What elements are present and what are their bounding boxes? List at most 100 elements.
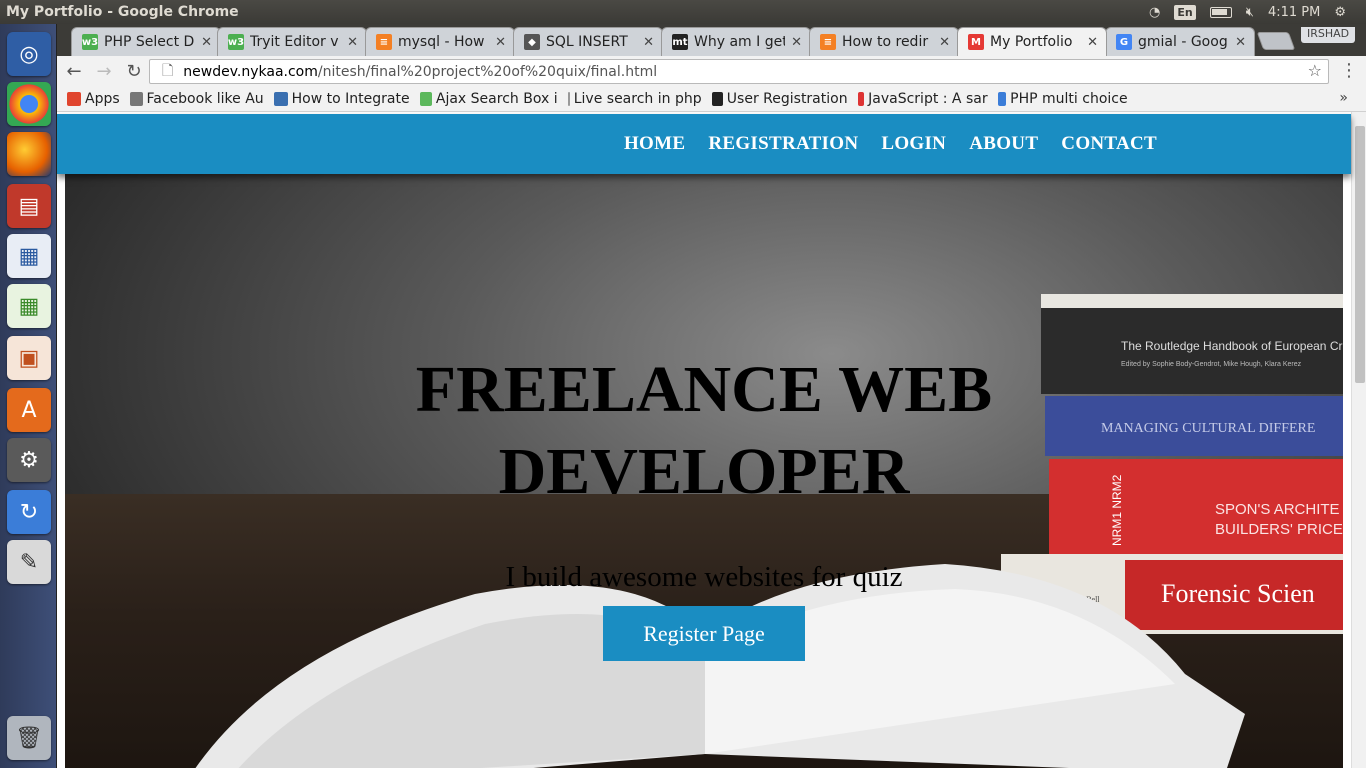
site-navbar: HOME REGISTRATION LOGIN ABOUT CONTACT — [57, 114, 1351, 174]
wifi-icon[interactable]: ◔ — [1149, 5, 1160, 20]
writer-icon[interactable]: ▦ — [7, 234, 51, 278]
tab-4[interactable]: ◆ SQL INSERT ✕ — [513, 27, 663, 56]
bookmark-label: How to Integrate — [291, 90, 410, 107]
tab-close-icon[interactable]: ✕ — [495, 35, 506, 50]
bookmark-star-icon[interactable]: ☆ — [1308, 61, 1322, 80]
tab-strip: w3 PHP Select D ✕ w3 Tryit Editor v ✕ ≡ mysql -… — [57, 24, 1366, 56]
book-1-pages — [1041, 294, 1343, 308]
tab-1[interactable]: w3 PHP Select D ✕ — [71, 27, 221, 56]
os-top-bar: My Portfolio - Google Chrome ◔ En 🔇︎ 4:1… — [0, 0, 1366, 24]
hexagon-icon — [419, 91, 432, 106]
bookmark-label: JavaScript : A sar — [868, 90, 988, 107]
reload-icon[interactable]: ↻ — [121, 61, 147, 82]
nav-link-contact[interactable]: CONTACT — [1061, 133, 1157, 155]
tab-close-icon[interactable]: ✕ — [1087, 35, 1098, 50]
nav-link-registration[interactable]: REGISTRATION — [708, 133, 858, 155]
browser-window: w3 PHP Select D ✕ w3 Tryit Editor v ✕ ≡ mysql -… — [57, 24, 1366, 768]
page-info-icon[interactable]: 🗋 — [162, 60, 173, 84]
software-center-icon[interactable]: A — [7, 388, 51, 432]
volume-muted-icon[interactable]: 🔇︎ — [1246, 5, 1254, 20]
tab-3[interactable]: ≡ mysql - How ✕ — [365, 27, 515, 56]
forward-arrow-icon[interactable]: → — [91, 61, 117, 82]
hero-section: The Routledge Handbook of European Cri E… — [65, 174, 1343, 768]
power-gear-icon[interactable]: ⚙ — [1334, 5, 1346, 20]
google-icon: G — [1116, 34, 1132, 50]
url-path: /nitesh/final%20project%20of%20quix/fina… — [317, 63, 658, 80]
file-manager-icon[interactable]: ▤ — [7, 184, 51, 228]
bookmark-label: Ajax Search Box i — [435, 90, 558, 107]
new-tab-button[interactable] — [1256, 32, 1296, 50]
bookmark-item[interactable]: Facebook like Au — [129, 90, 264, 107]
address-bar[interactable]: 🗋 newdev.nykaa.com/nitesh/final%20projec… — [149, 59, 1329, 84]
bookmark-item[interactable]: JavaScript : A sar — [857, 90, 988, 107]
site-nav-links: HOME REGISTRATION LOGIN ABOUT CONTACT — [624, 114, 1157, 174]
bookmarks-overflow-icon[interactable]: » — [1339, 90, 1348, 106]
scrollbar-thumb[interactable] — [1355, 126, 1365, 383]
chrome-icon[interactable] — [7, 82, 51, 126]
bookmark-label: Facebook like Au — [146, 90, 264, 107]
bookmark-item[interactable]: Ajax Search Box i — [419, 90, 558, 107]
tab-8[interactable]: Ggmial - Goog ✕ — [1105, 27, 1255, 56]
integrate-icon — [273, 91, 288, 106]
stackoverflow-icon: ≡ — [820, 34, 836, 50]
tab-label: mysql - How — [398, 34, 485, 50]
stackoverflow-icon: ≡ — [376, 34, 392, 50]
keyboard-layout-indicator[interactable]: En — [1174, 4, 1196, 20]
bookmark-item[interactable]: How to Integrate — [273, 90, 410, 107]
nav-link-login[interactable]: LOGIN — [881, 133, 946, 155]
tab-6[interactable]: ≡ How to redir ✕ — [809, 27, 959, 56]
mt-icon: mt — [672, 34, 688, 50]
tab-2[interactable]: w3 Tryit Editor v ✕ — [217, 27, 367, 56]
impress-icon[interactable]: ▣ — [7, 336, 51, 380]
web-page: HOME REGISTRATION LOGIN ABOUT CONTACT The Ro… — [57, 112, 1366, 768]
register-page-button[interactable]: Register Page — [603, 606, 805, 661]
back-arrow-icon[interactable]: ← — [61, 61, 87, 82]
hero-subtitle: I build awesome websites for quiz — [505, 561, 903, 593]
page-icon — [567, 91, 570, 106]
tab-label: gmial - Goog — [1138, 34, 1228, 50]
bookmark-label: Live search in php — [573, 90, 702, 107]
hero-text-block: FREELANCE WEB DEVELOPER I build awesome … — [65, 349, 1343, 661]
system-settings-icon[interactable]: ⚙ — [7, 438, 51, 482]
tab-label: Why am I get — [694, 34, 786, 50]
tab-close-icon[interactable]: ✕ — [1235, 35, 1246, 50]
tab-close-icon[interactable]: ✕ — [347, 35, 358, 50]
calc-icon[interactable]: ▦ — [7, 284, 51, 328]
update-manager-icon[interactable]: ↻ — [7, 490, 51, 534]
battery-icon[interactable] — [1209, 6, 1232, 18]
tab-5[interactable]: mt Why am I get ✕ — [661, 27, 811, 56]
bookmark-label: Apps — [85, 90, 120, 107]
bookmark-item[interactable]: PHP multi choice — [997, 91, 1128, 107]
clock[interactable]: 4:11 PM — [1268, 5, 1320, 20]
text-editor-icon[interactable]: ✎ — [7, 540, 51, 584]
tab-close-icon[interactable]: ✕ — [643, 35, 654, 50]
page-scrollbar[interactable] — [1351, 112, 1366, 768]
tab-label: PHP Select D — [104, 34, 195, 50]
firefox-icon[interactable] — [7, 132, 51, 176]
diamond-icon: ◆ — [524, 34, 540, 50]
dash-home-icon[interactable]: ◎ — [7, 32, 51, 76]
launcher: ◎ ▤ ▦ ▦ ▣ A ⚙ ↻ ✎ 🗑︎ — [0, 24, 57, 768]
tab-close-icon[interactable]: ✕ — [791, 35, 802, 50]
tab-7[interactable]: M My Portfolio ✕ — [957, 27, 1107, 56]
system-tray: ◔ En 🔇︎ 4:11 PM ⚙ — [1149, 0, 1366, 24]
profile-badge[interactable]: IRSHAD — [1301, 27, 1356, 43]
bookmarks-bar: Apps Facebook like Au How to Integrate Ajax… — [57, 86, 1366, 112]
bookmark-item[interactable]: Apps — [67, 91, 120, 107]
doc-icon — [129, 91, 143, 106]
nav-link-home[interactable]: HOME — [624, 133, 685, 155]
browser-toolbar: ← → ↻ 🗋 newdev.nykaa.com/nitesh/final%20… — [57, 56, 1366, 86]
bookmark-item[interactable]: Live search in php — [567, 90, 702, 107]
w3schools-icon: w3 — [82, 34, 98, 50]
nav-link-about[interactable]: ABOUT — [969, 133, 1038, 155]
tab-label: My Portfolio — [990, 34, 1073, 50]
quote-icon — [711, 91, 723, 106]
bookmark-item[interactable]: User Registration — [711, 91, 848, 107]
trash-icon[interactable]: 🗑︎ — [7, 716, 51, 760]
chrome-menu-icon[interactable]: ⋮ — [1340, 60, 1358, 81]
tab-label: How to redir — [842, 34, 929, 50]
tab-close-icon[interactable]: ✕ — [939, 35, 950, 50]
apps-grid-icon — [67, 91, 81, 106]
tab-close-icon[interactable]: ✕ — [201, 35, 212, 50]
portfolio-icon: M — [968, 34, 984, 50]
